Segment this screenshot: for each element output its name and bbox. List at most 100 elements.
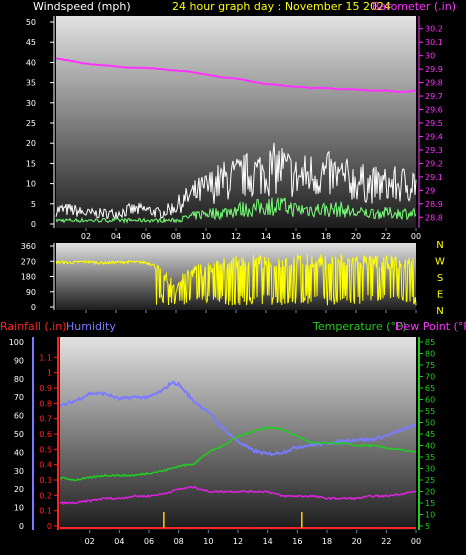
baro-y-tick-label: 29.3 — [425, 146, 443, 155]
wind-y-tick-label: 30 — [26, 99, 36, 108]
temp-x-tick-label: 00 — [411, 537, 421, 546]
humidity-y-tick-label: 90 — [14, 356, 24, 365]
temp-y-tick-label: 50 — [425, 419, 435, 428]
rain-y-tick-label: 0 — [47, 522, 52, 531]
wind-x-tick-label: 04 — [111, 232, 121, 241]
wind-y-tick-label: 10 — [26, 180, 36, 189]
temp-y-tick-label: 40 — [425, 442, 435, 451]
weather-graph: Windspeed (mph) 24 hour graph day : Nove… — [0, 0, 466, 555]
baro-y-tick-label: 29.6 — [425, 106, 443, 115]
temp-y-tick-label: 45 — [425, 430, 435, 439]
baro-y-tick-label: 30 — [425, 52, 435, 61]
humidity-y-tick-label: 30 — [14, 467, 24, 476]
direction-letter: N — [436, 306, 443, 317]
humidity-y-tick-label: 20 — [14, 485, 24, 494]
humidity-y-tick-label: 10 — [14, 504, 24, 513]
direction-letter: N — [436, 240, 443, 251]
temp-y-tick-label: 5 — [425, 522, 430, 531]
wind-x-tick-label: 18 — [321, 232, 331, 241]
rain-y-tick-label: 0.8 — [39, 399, 52, 408]
baro-y-tick-label: 30.1 — [425, 38, 443, 47]
wind-y-tick-label: 45 — [26, 38, 36, 47]
temp-panel-bg — [60, 337, 416, 530]
temp-x-tick-label: 06 — [144, 537, 154, 546]
temp-x-tick-label: 18 — [322, 537, 332, 546]
wind-y-tick-label: 20 — [26, 139, 36, 148]
direction-letter: E — [437, 290, 443, 301]
temp-y-tick-label: 15 — [425, 499, 435, 508]
temp-y-tick-label: 80 — [425, 350, 435, 359]
rain-y-tick-label: 0.6 — [39, 430, 52, 439]
direction-letter: W — [435, 257, 445, 268]
wind-x-tick-label: 12 — [231, 232, 241, 241]
rain-y-tick-label: 0.7 — [39, 415, 52, 424]
temp-y-tick-label: 10 — [425, 511, 435, 520]
rain-y-tick-label: 0.4 — [39, 461, 52, 470]
direction-y-tick-label: 90 — [26, 288, 36, 297]
wind-x-tick-label: 20 — [351, 232, 361, 241]
humidity-y-tick-label: 50 — [14, 430, 24, 439]
rain-y-tick-label: 0.3 — [39, 476, 52, 485]
temp-x-tick-label: 16 — [292, 537, 302, 546]
wind-y-tick-label: 35 — [26, 79, 36, 88]
temp-x-tick-label: 08 — [174, 537, 184, 546]
temp-x-tick-label: 22 — [381, 537, 391, 546]
humidity-y-tick-label: 100 — [9, 338, 24, 347]
direction-y-tick-label: 0 — [31, 303, 36, 312]
rain-y-tick-label: 0.1 — [39, 507, 52, 516]
temp-y-tick-label: 20 — [425, 488, 435, 497]
humidity-y-tick-label: 70 — [14, 393, 24, 402]
temp-y-tick-label: 55 — [425, 407, 435, 416]
humidity-y-tick-label: 60 — [14, 412, 24, 421]
wind-y-tick-label: 25 — [26, 119, 36, 128]
wind-x-tick-label: 16 — [291, 232, 301, 241]
baro-y-tick-label: 29.9 — [425, 65, 443, 74]
temp-x-tick-label: 10 — [203, 537, 213, 546]
wind-y-tick-label: 0 — [31, 220, 36, 229]
wind-x-tick-label: 08 — [171, 232, 181, 241]
direction-y-tick-label: 270 — [21, 257, 36, 266]
baro-y-tick-label: 29.5 — [425, 119, 443, 128]
wind-x-tick-label: 22 — [381, 232, 391, 241]
rain-y-tick-label: 0.5 — [39, 445, 52, 454]
baro-y-tick-label: 29.8 — [425, 79, 443, 88]
wind-x-tick-label: 14 — [261, 232, 271, 241]
wind-x-tick-label: 10 — [201, 232, 211, 241]
baro-y-tick-label: 29.1 — [425, 173, 443, 182]
wind-x-tick-label: 00 — [411, 232, 421, 241]
temp-y-tick-label: 60 — [425, 396, 435, 405]
temp-y-tick-label: 70 — [425, 373, 435, 382]
temp-x-tick-label: 20 — [352, 537, 362, 546]
temp-x-tick-label: 04 — [114, 537, 124, 546]
baro-y-tick-label: 29.4 — [425, 132, 443, 141]
temp-y-tick-label: 65 — [425, 384, 435, 393]
temp-y-tick-label: 75 — [425, 361, 435, 370]
baro-y-tick-label: 28.9 — [425, 200, 443, 209]
direction-letter: S — [437, 273, 443, 284]
direction-y-tick-label: 360 — [21, 242, 36, 251]
rain-y-tick-label: 1 — [47, 369, 52, 378]
humidity-y-tick-label: 0 — [19, 522, 24, 531]
temp-x-tick-label: 14 — [263, 537, 273, 546]
baro-y-tick-label: 28.8 — [425, 213, 443, 222]
baro-y-tick-label: 29.7 — [425, 92, 443, 101]
temp-y-tick-label: 85 — [425, 338, 435, 347]
wind-y-tick-label: 50 — [26, 18, 36, 27]
direction-y-tick-label: 180 — [21, 273, 36, 282]
humidity-y-tick-label: 80 — [14, 375, 24, 384]
temp-y-tick-label: 25 — [425, 476, 435, 485]
temp-y-tick-label: 30 — [425, 465, 435, 474]
wind-x-tick-label: 06 — [141, 232, 151, 241]
wind-x-tick-label: 02 — [81, 232, 91, 241]
baro-y-tick-label: 29.2 — [425, 159, 443, 168]
baro-y-tick-label: 30.2 — [425, 25, 443, 34]
temp-y-tick-label: 35 — [425, 453, 435, 462]
temp-x-tick-label: 12 — [233, 537, 243, 546]
wind-panel-bg — [56, 16, 416, 228]
wind-y-tick-label: 5 — [31, 200, 36, 209]
wind-y-tick-label: 40 — [26, 58, 36, 67]
rain-y-tick-label: 0.2 — [39, 491, 52, 500]
baro-y-tick-label: 29 — [425, 186, 435, 195]
wind-y-tick-label: 15 — [26, 159, 36, 168]
temp-x-tick-label: 02 — [85, 537, 95, 546]
